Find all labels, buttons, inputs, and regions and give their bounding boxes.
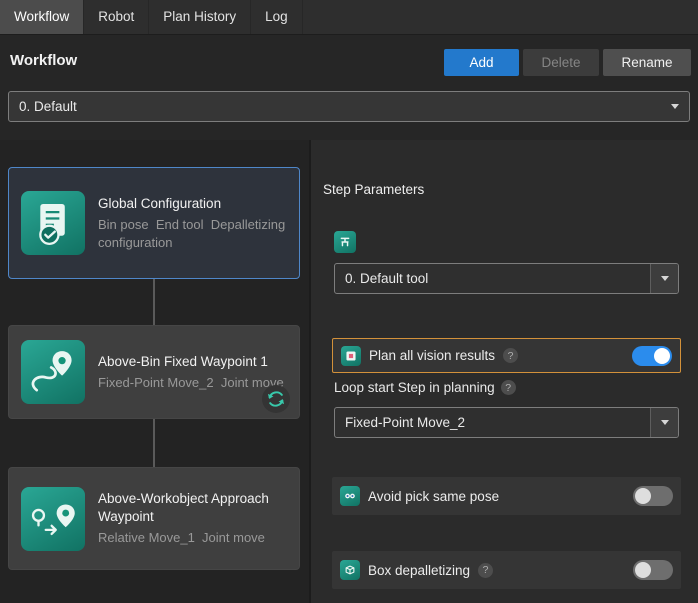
step-subtitle: Fixed-Point Move_2 Joint move (98, 374, 287, 392)
avoid-pick-label: Avoid pick same pose (368, 489, 499, 504)
loop-refresh-icon (262, 385, 290, 413)
box-depalletizing-toggle[interactable] (633, 560, 673, 580)
step-card-above-bin-fixed-waypoint[interactable]: Above-Bin Fixed Waypoint 1 Fixed-Point M… (8, 325, 300, 419)
help-icon[interactable]: ? (478, 563, 493, 578)
plan-all-vision-label: Plan all vision results (369, 348, 495, 363)
tab-workflow[interactable]: Workflow (0, 0, 84, 34)
waypoint-path-icon (21, 340, 85, 404)
plan-all-vision-toggle[interactable] (632, 346, 672, 366)
workflow-selector[interactable]: 0. Default (8, 91, 690, 122)
workflow-section-title: Workflow (10, 52, 77, 69)
step-list-panel: Global Configuration Bin pose End tool D… (0, 140, 309, 603)
help-icon[interactable]: ? (501, 380, 516, 395)
rename-button[interactable]: Rename (603, 49, 691, 76)
loop-start-selector[interactable]: Fixed-Point Move_2 (334, 407, 679, 438)
loop-start-label: Loop start Step in planning (334, 380, 495, 395)
step-card-above-workobject-approach-waypoint[interactable]: Above-Workobject Approach Waypoint Relat… (8, 467, 300, 570)
avoid-pick-icon (340, 486, 360, 506)
top-tab-bar: Workflow Robot Plan History Log (0, 0, 698, 35)
connector-line (153, 279, 155, 325)
tool-selector-value: 0. Default tool (335, 271, 650, 286)
box-icon (340, 560, 360, 580)
workflow-selector-value: 0. Default (9, 99, 661, 114)
plan-all-vision-row: Plan all vision results ? (332, 338, 681, 373)
app-window: Workflow Robot Plan History Log Workflow… (0, 0, 698, 603)
step-title: Above-Workobject Approach Waypoint (98, 490, 287, 526)
step-subtitle: Relative Move_1 Joint move (98, 529, 287, 547)
tab-log[interactable]: Log (251, 0, 303, 34)
connector-line (153, 419, 155, 467)
step-parameters-panel: Step Parameters 0. Default tool Plan all… (311, 140, 698, 603)
step-title: Above-Bin Fixed Waypoint 1 (98, 353, 287, 371)
avoid-pick-toggle[interactable] (633, 486, 673, 506)
step-parameters-title: Step Parameters (323, 182, 424, 197)
step-title: Global Configuration (98, 195, 287, 213)
loop-start-selector-value: Fixed-Point Move_2 (335, 415, 650, 430)
box-depalletizing-row: Box depalletizing ? (332, 551, 681, 589)
add-button[interactable]: Add (444, 49, 519, 76)
vision-result-icon (341, 346, 361, 366)
box-depalletizing-label: Box depalletizing (368, 563, 470, 578)
help-icon[interactable]: ? (503, 348, 518, 363)
document-check-icon (21, 191, 85, 255)
step-card-global-configuration[interactable]: Global Configuration Bin pose End tool D… (8, 167, 300, 279)
tab-plan-history[interactable]: Plan History (149, 0, 251, 34)
chevron-down-icon (650, 408, 678, 437)
delete-button[interactable]: Delete (523, 49, 599, 76)
relative-move-pins-icon (21, 487, 85, 551)
chevron-down-icon (650, 264, 678, 293)
avoid-pick-row: Avoid pick same pose (332, 477, 681, 515)
tool-selector[interactable]: 0. Default tool (334, 263, 679, 294)
chevron-down-icon (661, 104, 689, 109)
end-tool-icon (334, 231, 356, 253)
step-subtitle: Bin pose End tool Depalletizing configur… (98, 216, 287, 251)
tab-robot[interactable]: Robot (84, 0, 149, 34)
